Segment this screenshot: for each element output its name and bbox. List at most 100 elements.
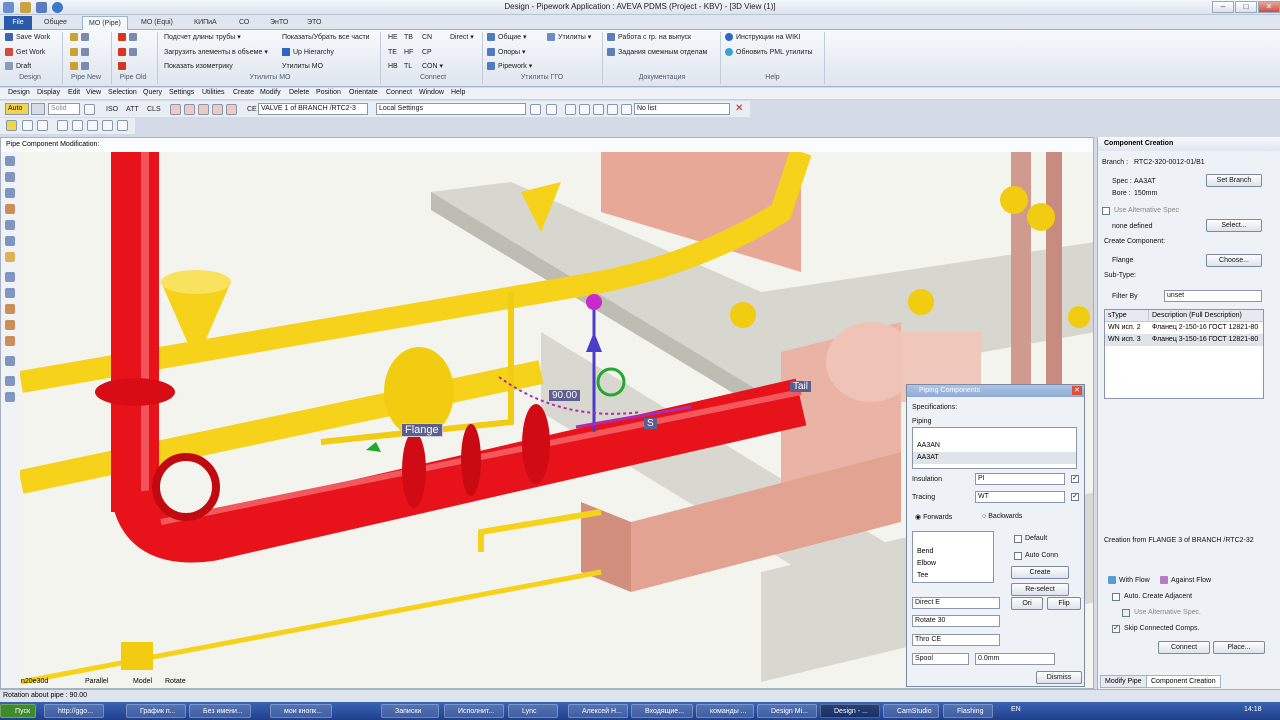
undo-icon[interactable] xyxy=(22,120,33,131)
connect-tb[interactable]: TB xyxy=(404,33,413,42)
with-flow-radio[interactable]: With Flow xyxy=(1108,576,1150,584)
direct-select[interactable]: Direct E xyxy=(912,597,1000,609)
insulation-select[interactable]: PI xyxy=(975,473,1065,485)
choose-button[interactable]: Choose... xyxy=(1206,254,1262,267)
snap-icon[interactable] xyxy=(5,392,15,402)
auto-button[interactable]: Auto xyxy=(5,103,29,115)
tab-eto[interactable]: ЭТО xyxy=(301,16,327,30)
mo-utilities-button[interactable]: Утилиты МО xyxy=(282,62,323,71)
orbit-icon[interactable] xyxy=(5,288,15,298)
taskbar-item[interactable]: Входящие... xyxy=(631,704,693,718)
taskbar-item[interactable]: Записки xyxy=(381,704,439,718)
language-indicator[interactable]: EN xyxy=(1011,706,1021,713)
play-icon[interactable] xyxy=(87,120,98,131)
cls-button[interactable]: CLS xyxy=(147,105,161,114)
pan-icon[interactable] xyxy=(5,204,15,214)
flag-icon[interactable] xyxy=(198,104,209,115)
connect-cp[interactable]: CP xyxy=(422,48,432,57)
ggo-general[interactable]: Общие ▾ xyxy=(487,33,527,42)
model-mode[interactable]: Model xyxy=(133,678,152,685)
save-work-button[interactable]: Save Work xyxy=(5,33,50,42)
tracing-checkbox[interactable]: ✓ xyxy=(1071,493,1079,501)
window-icon[interactable] xyxy=(565,104,576,115)
flag-icon[interactable] xyxy=(212,104,223,115)
pipe-new-tools-2[interactable] xyxy=(70,48,92,57)
tab-so[interactable]: СО xyxy=(233,16,255,30)
flag-icon[interactable] xyxy=(170,104,181,115)
spool-length-input[interactable]: 0.0mm xyxy=(975,653,1055,665)
taskbar-item[interactable]: Алексей Н... xyxy=(568,704,628,718)
dismiss-button[interactable]: Dismiss xyxy=(1036,671,1082,684)
show-hide-parts-button[interactable]: Показать/Убрать все части xyxy=(282,33,370,42)
save-icon[interactable] xyxy=(579,104,590,115)
close-button[interactable]: ✕ xyxy=(1258,1,1280,13)
menu-edit[interactable]: Edit xyxy=(68,89,80,96)
menu-selection[interactable]: Selection xyxy=(108,89,137,96)
pipe-old-tools-2[interactable] xyxy=(118,48,140,57)
filter-by-select[interactable]: unset xyxy=(1164,290,1262,302)
tab-file[interactable]: File xyxy=(4,16,32,30)
backwards-radio[interactable]: ○ Backwards xyxy=(982,513,1022,520)
skip-connected-checkbox[interactable]: ✓ xyxy=(1112,625,1120,633)
text-icon[interactable] xyxy=(117,120,128,131)
use-alt-spec-checkbox[interactable] xyxy=(1102,207,1110,215)
measure-icon[interactable] xyxy=(5,336,15,346)
start-button[interactable]: Пуск xyxy=(0,704,36,718)
att-button[interactable]: ATT xyxy=(126,105,139,114)
connect-hb[interactable]: HB xyxy=(388,62,398,71)
ggo-supports[interactable]: Опоры ▾ xyxy=(487,48,526,57)
menu-delete[interactable]: Delete xyxy=(289,89,309,96)
connect-button[interactable]: Connect xyxy=(1158,641,1210,654)
tab-ento[interactable]: ЭнТО xyxy=(264,16,294,30)
pipe-length-button[interactable]: Подсчет длины трубы ▾ xyxy=(164,33,241,42)
taskbar-item[interactable]: График п... xyxy=(126,704,186,718)
minimize-button[interactable]: – xyxy=(1212,1,1234,13)
dialog-close-icon[interactable]: ✕ xyxy=(1072,386,1082,395)
list-item[interactable]: Tee xyxy=(913,570,993,582)
flag-icon[interactable] xyxy=(184,104,195,115)
taskbar-item[interactable]: мои кнопк... xyxy=(270,704,332,718)
taskbar-item[interactable]: CamStudio xyxy=(883,704,939,718)
tracing-select[interactable]: WT xyxy=(975,491,1065,503)
menu-connect[interactable]: Connect xyxy=(386,89,412,96)
pipe-old-tools-3[interactable] xyxy=(118,62,129,71)
component-type-list[interactable]: Bend Elbow Tee xyxy=(912,531,994,583)
tab-general[interactable]: Общее xyxy=(38,16,73,30)
database-icon[interactable] xyxy=(84,104,95,115)
show-isometric-button[interactable]: Показать изометрику xyxy=(164,62,233,71)
flip-button[interactable]: Flip xyxy=(1047,597,1081,610)
rotate-mode[interactable]: Rotate xyxy=(165,678,186,685)
taskbar-item-active[interactable]: Design - ... xyxy=(820,704,880,718)
pipe-new-tools-3[interactable] xyxy=(70,62,92,71)
move-icon[interactable] xyxy=(72,120,83,131)
rotate-icon[interactable] xyxy=(102,120,113,131)
layer-icon[interactable] xyxy=(607,104,618,115)
ggo-utilities[interactable]: Утилиты ▾ xyxy=(547,33,591,42)
menu-orientate[interactable]: Orientate xyxy=(349,89,378,96)
ori-button[interactable]: Ori xyxy=(1011,597,1043,610)
menu-position[interactable]: Position xyxy=(316,89,341,96)
connect-te[interactable]: TE xyxy=(388,48,397,57)
list-item[interactable]: Bend xyxy=(913,546,993,558)
list-icon[interactable] xyxy=(621,104,632,115)
solid-select[interactable]: Solid xyxy=(48,103,80,115)
menu-help[interactable]: Help xyxy=(451,89,465,96)
connect-he[interactable]: HE xyxy=(388,33,398,42)
create-button[interactable]: Create xyxy=(1011,566,1069,579)
binoculars-icon[interactable] xyxy=(530,104,541,115)
auto-adjacent-checkbox[interactable] xyxy=(1112,593,1120,601)
taskbar-item[interactable]: Исполнит... xyxy=(444,704,504,718)
pipe-old-tools[interactable] xyxy=(118,33,140,42)
taskbar-item[interactable]: http://ggo... xyxy=(44,704,104,718)
section-icon[interactable] xyxy=(5,304,15,314)
scissors-icon[interactable] xyxy=(546,104,557,115)
menu-create[interactable]: Create xyxy=(233,89,254,96)
list-select[interactable]: No list xyxy=(634,103,730,115)
zoom-out-icon[interactable] xyxy=(5,188,15,198)
forwards-radio[interactable]: ◉ Forwards xyxy=(915,513,952,521)
menu-design[interactable]: Design xyxy=(8,89,30,96)
taskbar-item[interactable]: команды ... xyxy=(696,704,754,718)
tab-modify-pipe[interactable]: Modify Pipe xyxy=(1100,675,1147,688)
rotate-select[interactable]: Rotate 30 xyxy=(912,615,1000,627)
connect-con[interactable]: CON ▾ xyxy=(422,62,443,71)
